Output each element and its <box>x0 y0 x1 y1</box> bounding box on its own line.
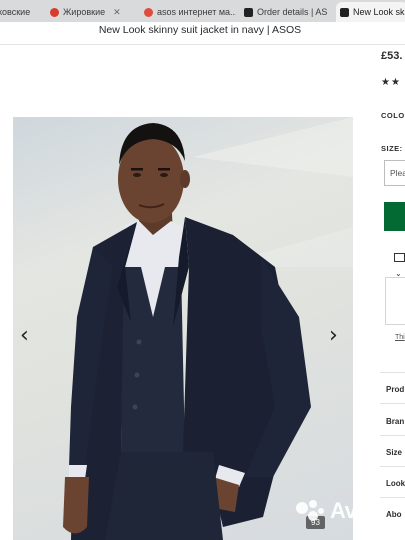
browser-tab-strip: ковские Жировкие ✕ asos интернет ма... O… <box>0 0 405 22</box>
delivery-info-box <box>385 277 405 325</box>
colour-label: COLO <box>381 111 405 120</box>
browser-tab[interactable]: Жировкие ✕ <box>46 2 136 22</box>
accordion-about-me[interactable]: Abo <box>386 510 402 519</box>
divider <box>380 435 405 436</box>
watermark: Avito <box>296 498 382 524</box>
accordion-product-details[interactable]: Prod <box>386 385 404 394</box>
size-select[interactable]: Plea <box>384 160 405 186</box>
product-price: £53. <box>381 50 403 62</box>
page-title: New Look skinny suit jacket in navy | AS… <box>98 24 302 36</box>
asos-icon <box>244 7 253 17</box>
info-link[interactable]: Thi <box>395 334 405 341</box>
asos-icon <box>340 7 349 17</box>
divider <box>380 466 405 467</box>
browser-tab-active[interactable]: New Look sk <box>336 2 405 22</box>
divider <box>380 497 405 498</box>
accordion-look-after-me[interactable]: Look <box>386 479 405 488</box>
watermark-text: Avito <box>330 498 382 523</box>
youtube-icon <box>50 7 59 17</box>
delivery-icon <box>394 253 405 262</box>
accordion-size-fit[interactable]: Size <box>386 448 402 457</box>
product-image[interactable] <box>13 117 353 540</box>
close-icon[interactable]: ✕ <box>113 7 121 18</box>
divider <box>0 44 405 45</box>
divider <box>380 403 405 404</box>
model-photo <box>63 117 353 540</box>
size-label: SIZE: <box>381 144 403 153</box>
rating-stars[interactable]: ★★ <box>381 77 401 88</box>
browser-tab[interactable]: Order details | AS <box>240 2 332 22</box>
accordion-brand[interactable]: Bran <box>386 417 404 426</box>
chevron-right-icon[interactable]: › <box>329 325 338 347</box>
product-details-column: £53. ★★ COLO SIZE: Plea ⌄ Thi Prod Bran … <box>380 45 405 540</box>
browser-tab[interactable]: asos интернет ма... <box>140 2 236 22</box>
browser-tab[interactable]: ковские <box>0 2 46 22</box>
divider <box>380 372 405 373</box>
chevron-left-icon[interactable]: ‹ <box>20 325 29 347</box>
avito-logo-icon <box>296 500 326 522</box>
search-engine-icon <box>144 7 153 17</box>
add-to-bag-button[interactable] <box>384 202 405 231</box>
